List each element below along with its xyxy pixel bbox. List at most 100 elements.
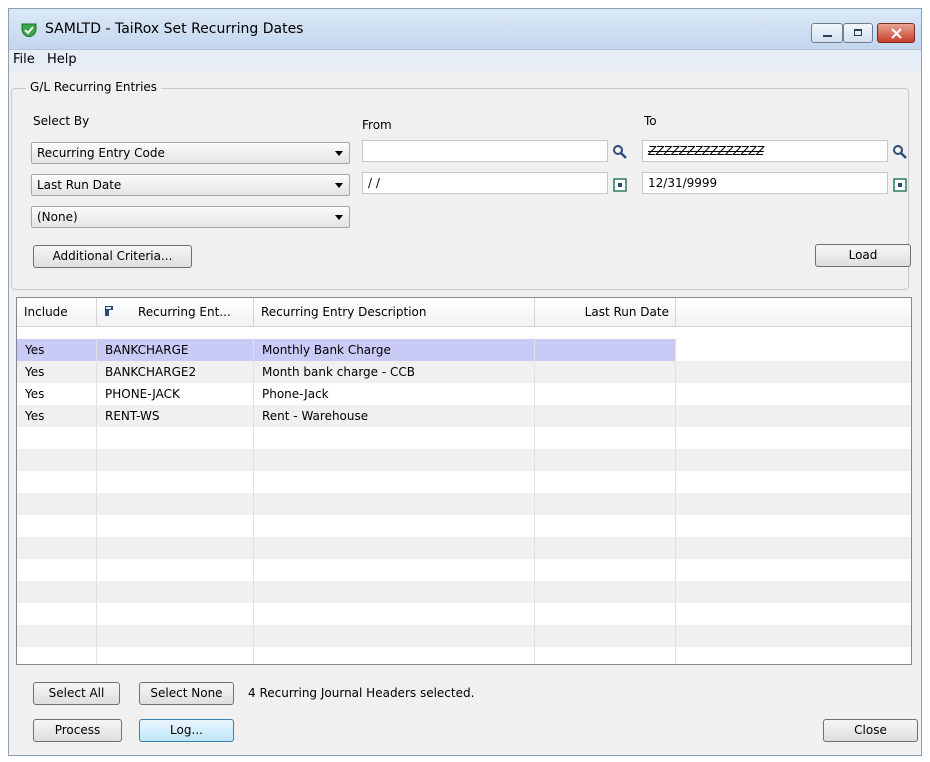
cell-last-run-date[interactable] (535, 471, 676, 493)
cell-code[interactable]: BANKCHARGE (97, 339, 254, 361)
cell-code[interactable] (97, 537, 254, 559)
cell-include[interactable] (17, 515, 97, 537)
cell-code[interactable]: PHONE-JACK (97, 383, 254, 405)
cell-include[interactable] (17, 471, 97, 493)
maximize-button[interactable] (843, 23, 873, 43)
cell-last-run-date[interactable] (535, 427, 676, 449)
cell-description[interactable]: Month bank charge - CCB (254, 361, 535, 383)
minimize-icon (823, 35, 832, 37)
cell-description[interactable] (254, 471, 535, 493)
search-icon[interactable] (892, 144, 908, 160)
cell-description[interactable] (254, 603, 535, 625)
cell-last-run-date[interactable] (535, 405, 676, 427)
minimize-button[interactable] (811, 23, 843, 43)
cell-include[interactable] (17, 647, 97, 664)
cell-code[interactable] (97, 493, 254, 515)
table-row[interactable]: Yes PHONE-JACK Phone-Jack (17, 383, 911, 405)
column-header-include[interactable]: Include (17, 298, 97, 326)
calendar-icon[interactable] (612, 177, 628, 193)
column-header-description[interactable]: Recurring Entry Description (254, 298, 535, 326)
cell-description[interactable] (254, 559, 535, 581)
cell-last-run-date[interactable] (535, 449, 676, 471)
calendar-icon[interactable] (892, 177, 908, 193)
table-row[interactable]: Yes RENT-WS Rent - Warehouse (17, 405, 911, 427)
to-date-input[interactable]: 12/31/9999 (642, 172, 888, 194)
additional-criteria-button[interactable]: Additional Criteria... (33, 245, 192, 268)
cell-code[interactable] (97, 515, 254, 537)
cell-last-run-date[interactable] (535, 603, 676, 625)
select-by-combo-1[interactable]: Recurring Entry Code (31, 142, 350, 164)
cell-include[interactable] (17, 427, 97, 449)
cell-description[interactable]: Rent - Warehouse (254, 405, 535, 427)
from-date-input[interactable]: / / (362, 172, 608, 194)
select-all-button[interactable]: Select All (33, 682, 120, 705)
cell-filler (676, 581, 911, 603)
cell-code[interactable] (97, 647, 254, 664)
cell-filler (676, 383, 911, 405)
cell-last-run-date[interactable] (535, 493, 676, 515)
empty-row (17, 427, 911, 449)
cell-include[interactable] (17, 493, 97, 515)
cell-last-run-date[interactable] (535, 515, 676, 537)
cell-description[interactable] (254, 427, 535, 449)
select-by-combo-2[interactable]: Last Run Date (31, 174, 350, 196)
cell-include[interactable] (17, 603, 97, 625)
select-none-button[interactable]: Select None (139, 682, 234, 705)
cell-code[interactable]: RENT-WS (97, 405, 254, 427)
table-row[interactable]: Yes BANKCHARGE2 Month bank charge - CCB (17, 361, 911, 383)
cell-description[interactable] (254, 647, 535, 664)
cell-last-run-date[interactable] (535, 647, 676, 664)
cell-last-run-date[interactable] (535, 625, 676, 647)
close-button[interactable]: Close (823, 719, 918, 742)
cell-last-run-date[interactable] (535, 361, 676, 383)
cell-include[interactable] (17, 537, 97, 559)
cell-code[interactable]: BANKCHARGE2 (97, 361, 254, 383)
cell-last-run-date[interactable] (535, 339, 676, 361)
cell-description[interactable] (254, 581, 535, 603)
cell-description[interactable] (254, 537, 535, 559)
entries-grid[interactable]: Include Recurring Ent... Recurring Entry… (16, 297, 912, 665)
title-bar[interactable]: SAMLTD - TaiRox Set Recurring Dates (9, 9, 921, 50)
cell-description[interactable] (254, 449, 535, 471)
cell-last-run-date[interactable] (535, 383, 676, 405)
cell-code[interactable] (97, 625, 254, 647)
cell-include[interactable]: Yes (17, 361, 97, 383)
cell-last-run-date[interactable] (535, 559, 676, 581)
menu-help[interactable]: Help (47, 52, 77, 67)
cell-description[interactable] (254, 493, 535, 515)
to-code-input[interactable]: ZZZZZZZZZZZZZZZ (642, 140, 888, 162)
cell-code[interactable] (97, 559, 254, 581)
load-button[interactable]: Load (815, 244, 911, 267)
cell-code[interactable] (97, 581, 254, 603)
from-code-input[interactable] (362, 140, 608, 162)
cell-last-run-date[interactable] (535, 537, 676, 559)
cell-description[interactable]: Monthly Bank Charge (254, 339, 535, 361)
process-button[interactable]: Process (33, 719, 122, 742)
cell-code[interactable] (97, 471, 254, 493)
cell-include[interactable] (17, 449, 97, 471)
cell-code[interactable] (97, 449, 254, 471)
column-header-code[interactable]: Recurring Ent... (97, 298, 254, 326)
cell-code[interactable] (97, 603, 254, 625)
table-row[interactable]: Yes BANKCHARGE Monthly Bank Charge (17, 339, 911, 361)
search-icon[interactable] (612, 144, 628, 160)
menu-file[interactable]: File (13, 52, 35, 67)
cell-include[interactable] (17, 625, 97, 647)
cell-last-run-date[interactable] (535, 581, 676, 603)
log-button[interactable]: Log... (139, 719, 234, 742)
cell-code[interactable] (97, 427, 254, 449)
cell-description[interactable]: Phone-Jack (254, 383, 535, 405)
cell-description[interactable] (254, 625, 535, 647)
column-header-code-label: Recurring Ent... (138, 305, 231, 319)
column-header-last-run-date[interactable]: Last Run Date (535, 298, 676, 326)
cell-include[interactable]: Yes (17, 383, 97, 405)
cell-filler (676, 647, 911, 664)
empty-row (17, 603, 911, 625)
cell-include[interactable]: Yes (17, 405, 97, 427)
select-by-combo-3[interactable]: (None) (31, 206, 350, 228)
cell-include[interactable] (17, 559, 97, 581)
cell-include[interactable]: Yes (17, 339, 97, 361)
cell-description[interactable] (254, 515, 535, 537)
cell-include[interactable] (17, 581, 97, 603)
close-window-button[interactable] (877, 23, 915, 43)
